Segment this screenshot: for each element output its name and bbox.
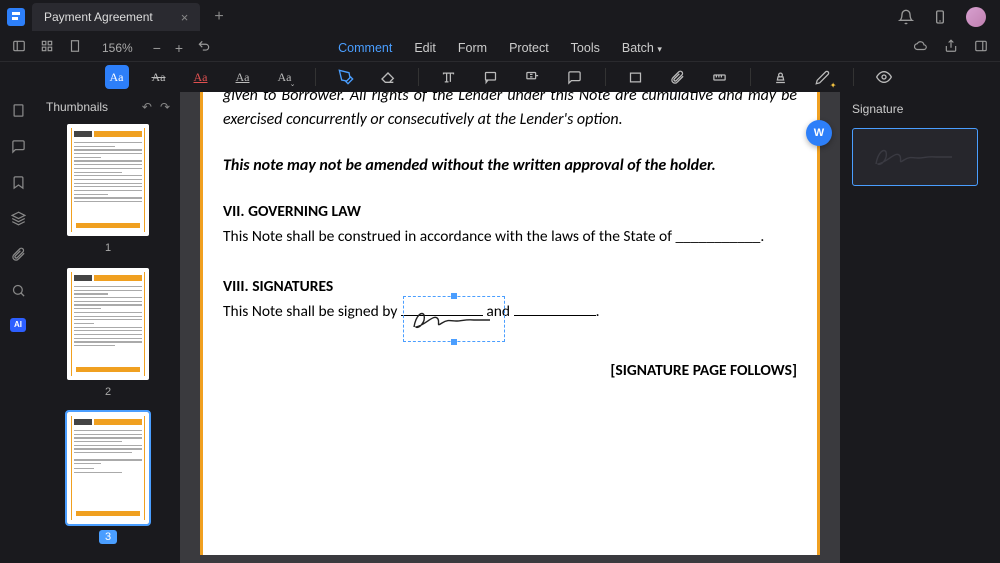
- thumbnails-rail-icon[interactable]: [10, 102, 26, 118]
- signature-annotation[interactable]: [403, 296, 505, 342]
- pdfelement-logo-icon: [7, 8, 25, 26]
- caret-tool[interactable]: Aa⌄: [273, 65, 297, 89]
- left-rail: AI: [0, 92, 36, 563]
- titlebar: Payment Agreement × +: [0, 0, 1000, 34]
- squiggly-tool[interactable]: Aa: [231, 65, 255, 89]
- stamp-tool[interactable]: [769, 65, 793, 89]
- measure-tool[interactable]: [708, 65, 732, 89]
- callout-tool[interactable]: [479, 65, 503, 89]
- layers-rail-icon[interactable]: [10, 210, 26, 226]
- ai-rail-button[interactable]: AI: [10, 318, 26, 332]
- user-avatar[interactable]: [966, 7, 986, 27]
- highlighter-pen-tool[interactable]: [334, 65, 358, 89]
- tab-comment[interactable]: Comment: [338, 41, 392, 55]
- page-view-icon[interactable]: [68, 39, 82, 56]
- share-icon[interactable]: [944, 39, 958, 56]
- highlight-text-tool[interactable]: Aa: [105, 65, 129, 89]
- zoom-out-icon[interactable]: −: [153, 40, 161, 56]
- top-toolbar: 156% − + Comment Edit Form Protect Tools…: [0, 34, 1000, 62]
- tab-batch[interactable]: Batch ▾: [622, 41, 662, 55]
- thumb-number-3: 3: [99, 530, 117, 544]
- grid-icon[interactable]: [40, 39, 54, 56]
- eraser-tool[interactable]: [376, 65, 400, 89]
- signature-page-follows: [SIGNATURE PAGE FOLLOWS]: [223, 359, 797, 382]
- signature-preview[interactable]: [852, 128, 978, 186]
- text-callout-tool[interactable]: [521, 65, 545, 89]
- show-comments-tool[interactable]: [872, 65, 896, 89]
- document-viewport[interactable]: given to Borrower. All rights of the Len…: [180, 92, 840, 563]
- signature-preview-glyph: [870, 142, 960, 172]
- cloud-icon[interactable]: [914, 39, 928, 56]
- zoom-value[interactable]: 156%: [102, 41, 133, 55]
- heading-signatures: VIII. SIGNATURES: [223, 275, 797, 298]
- paragraph-signatures: This Note shall be signed by and .: [223, 300, 797, 323]
- add-tab-button[interactable]: +: [214, 8, 223, 26]
- signature-tool[interactable]: ✦: [811, 65, 835, 89]
- thumbnails-panel: Thumbnails ↶ ↷ 1 2: [36, 92, 180, 563]
- thumb-number-2: 2: [46, 386, 170, 398]
- search-rail-icon[interactable]: [10, 282, 26, 298]
- strikethrough-tool[interactable]: Aa: [147, 65, 171, 89]
- tab-title: Payment Agreement: [44, 10, 153, 24]
- paragraph-law: This Note shall be construed in accordan…: [223, 225, 797, 248]
- tab-tools[interactable]: Tools: [571, 41, 600, 55]
- note-tool[interactable]: [563, 65, 587, 89]
- paragraph-amend: This note may not be amended without the…: [223, 154, 797, 178]
- text-box-tool[interactable]: [437, 65, 461, 89]
- paragraph-cumulative: given to Borrower. All rights of the Len…: [223, 92, 797, 132]
- document-tab[interactable]: Payment Agreement ×: [32, 3, 200, 31]
- bell-icon[interactable]: [898, 9, 914, 25]
- word-export-badge[interactable]: W: [806, 120, 832, 146]
- zoom-in-icon[interactable]: +: [175, 40, 183, 56]
- underline-tool[interactable]: Aa: [189, 65, 213, 89]
- thumb-number-1: 1: [46, 242, 170, 254]
- close-tab-icon[interactable]: ×: [181, 10, 189, 25]
- document-page: given to Borrower. All rights of the Len…: [200, 92, 820, 555]
- signature-panel: Signature: [840, 92, 1000, 563]
- comment-tools-row: Aa Aa Aa Aa Aa⌄ ✦: [0, 62, 1000, 92]
- mobile-icon[interactable]: [932, 9, 948, 25]
- attachment-tool[interactable]: [666, 65, 690, 89]
- thumbnail-page-3[interactable]: [67, 412, 149, 524]
- attachments-rail-icon[interactable]: [10, 246, 26, 262]
- app-logo-button[interactable]: [0, 0, 32, 34]
- tab-edit[interactable]: Edit: [414, 41, 436, 55]
- sidebar-toggle-icon[interactable]: [12, 39, 26, 56]
- rotate-ccw-icon[interactable]: ↶: [142, 100, 152, 114]
- panel-toggle-icon[interactable]: [974, 39, 988, 56]
- comments-rail-icon[interactable]: [10, 138, 26, 154]
- menu-tabs: Comment Edit Form Protect Tools Batch ▾: [338, 41, 662, 55]
- rotate-cw-icon[interactable]: ↷: [160, 100, 170, 114]
- tab-form[interactable]: Form: [458, 41, 487, 55]
- bookmarks-rail-icon[interactable]: [10, 174, 26, 190]
- signature-panel-title: Signature: [852, 102, 988, 116]
- thumbnail-page-2[interactable]: [67, 268, 149, 380]
- rectangle-tool[interactable]: [624, 65, 648, 89]
- thumbnail-page-1[interactable]: [67, 124, 149, 236]
- tab-protect[interactable]: Protect: [509, 41, 549, 55]
- signature-glyph: [408, 305, 498, 335]
- heading-governing-law: VII. GOVERNING LAW: [223, 200, 797, 223]
- thumbnails-title: Thumbnails: [46, 100, 108, 114]
- undo-icon[interactable]: [197, 39, 211, 56]
